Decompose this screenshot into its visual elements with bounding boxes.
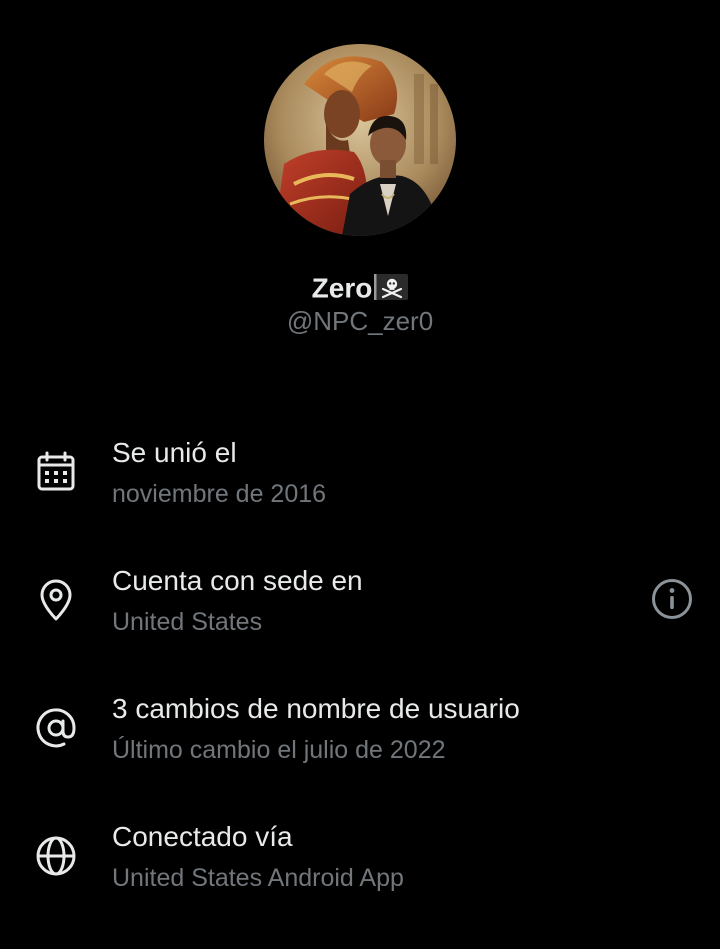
display-name-text: Zero xyxy=(311,272,373,304)
globe-icon xyxy=(36,836,76,876)
pirate-flag-emoji xyxy=(374,273,409,300)
info-circle-icon[interactable] xyxy=(648,575,696,623)
account-location-row: Cuenta con sede en United States xyxy=(0,558,720,668)
joined-title: Se unió el xyxy=(112,437,237,468)
location-pin-icon xyxy=(40,579,72,621)
avatar[interactable] xyxy=(264,44,456,236)
username-changes-title: 3 cambios de nombre de usuario xyxy=(112,693,520,724)
connected-via-row: Conectado vía United States Android App xyxy=(0,814,720,924)
joined-date-row: Se unió el noviembre de 2016 xyxy=(0,430,720,540)
avatar-image xyxy=(264,44,456,236)
connected-via-title: Conectado vía xyxy=(112,821,293,852)
connected-via-value: United States Android App xyxy=(112,864,404,892)
username-handle: @NPC_zer0 xyxy=(286,306,434,336)
calendar-icon xyxy=(37,451,75,491)
at-sign-icon xyxy=(36,708,76,748)
username-changes-row: 3 cambios de nombre de usuario Último ca… xyxy=(0,686,720,796)
account-location-title: Cuenta con sede en xyxy=(112,565,363,596)
last-username-change: Último cambio el julio de 2022 xyxy=(112,736,446,764)
account-location-value: United States xyxy=(112,608,263,636)
joined-date-value: noviembre de 2016 xyxy=(112,480,327,508)
display-name: Zero xyxy=(0,270,720,306)
